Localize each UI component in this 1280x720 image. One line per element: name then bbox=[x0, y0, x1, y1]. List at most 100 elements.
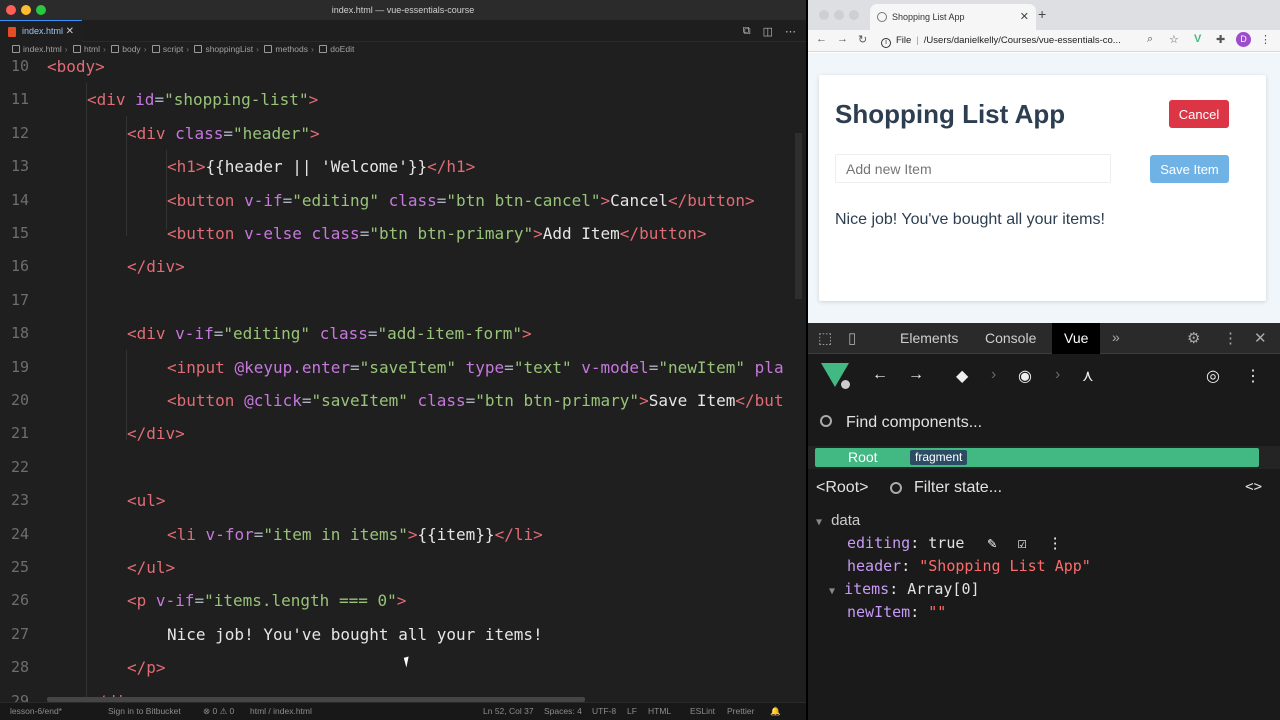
back-arrow-icon[interactable]: ← bbox=[872, 366, 888, 384]
split-editor-icon[interactable]: ◫ bbox=[763, 25, 773, 38]
filter-state-input[interactable]: Filter state... bbox=[914, 479, 1002, 497]
new-tab-icon[interactable]: + bbox=[1038, 6, 1046, 22]
vue-devtools-menu-icon[interactable]: ⋮ bbox=[1245, 366, 1261, 386]
code-text: <div id="shopping-list"> bbox=[87, 90, 319, 110]
code-area[interactable]: 10 <body> 11 <div id="shopping-list"> 12 <div… bbox=[0, 50, 806, 702]
bitbucket-status[interactable]: Sign in to Bitbucket bbox=[108, 703, 181, 720]
inspect-element-icon[interactable]: ⬚ bbox=[818, 329, 832, 347]
code-line[interactable]: 23 <ul> bbox=[0, 484, 806, 517]
code-line[interactable]: 21 </div> bbox=[0, 417, 806, 450]
maximize-window-icon[interactable] bbox=[36, 5, 46, 15]
status-bar: lesson-6/end* Sign in to Bitbucket ⊗ 0 ⚠… bbox=[0, 702, 806, 720]
minimize-window-icon[interactable] bbox=[21, 5, 31, 15]
problems-status[interactable]: ⊗ 0 ⚠ 0 bbox=[203, 703, 234, 720]
eslint-status[interactable]: ESLint bbox=[690, 703, 715, 720]
device-toolbar-icon[interactable]: ▯ bbox=[848, 329, 856, 347]
close-window-icon[interactable] bbox=[819, 10, 829, 20]
code-line[interactable]: 22 bbox=[0, 451, 806, 484]
close-devtools-icon[interactable]: ✕ bbox=[1254, 329, 1267, 347]
find-components-input[interactable]: Find components... bbox=[846, 414, 982, 432]
tab-vue[interactable]: Vue bbox=[1052, 323, 1101, 354]
more-options-icon[interactable]: ⋮ bbox=[1048, 534, 1063, 552]
code-line[interactable]: 26 <p v-if="items.length === 0"> bbox=[0, 584, 806, 617]
find-components-bar[interactable]: Find components... bbox=[808, 400, 1280, 446]
encoding-status[interactable]: UTF-8 bbox=[592, 703, 616, 720]
toggle-checkbox-icon[interactable]: ☑ bbox=[1018, 534, 1027, 552]
code-text: <h1>{{header || 'Welcome'}}</h1> bbox=[167, 157, 476, 177]
code-line[interactable]: 25 </ul> bbox=[0, 551, 806, 584]
code-line[interactable]: 11 <div id="shopping-list"> bbox=[0, 83, 806, 116]
reload-icon[interactable]: ↻ bbox=[858, 33, 867, 46]
code-line[interactable]: 20 <button @click="saveItem" class="btn b… bbox=[0, 384, 806, 417]
minimize-window-icon[interactable] bbox=[834, 10, 844, 20]
code-line[interactable]: 19 <input @keyup.enter="saveItem" type="t… bbox=[0, 351, 806, 384]
tab-elements[interactable]: Elements bbox=[900, 323, 958, 354]
forward-arrow-icon[interactable]: → bbox=[837, 33, 848, 45]
code-line[interactable]: 12 <div class="header"> bbox=[0, 117, 806, 150]
language-mode-status[interactable]: HTML bbox=[648, 703, 671, 720]
line-number: 12 bbox=[10, 123, 29, 142]
data-section-header[interactable]: ▼ data bbox=[816, 509, 860, 531]
vertical-scrollbar[interactable] bbox=[795, 133, 802, 299]
indent-status[interactable]: Spaces: 4 bbox=[544, 703, 582, 720]
info-icon[interactable]: i bbox=[881, 38, 891, 48]
select-component-target-icon[interactable]: ◎ bbox=[1206, 366, 1220, 386]
code-line[interactable]: 27 Nice job! You've bought all your items… bbox=[0, 618, 806, 651]
web-page: Shopping List App Cancel Save Item Nice … bbox=[808, 53, 1280, 323]
back-arrow-icon[interactable]: ← bbox=[816, 33, 827, 45]
code-line[interactable]: 13 <h1>{{header || 'Welcome'}}</h1> bbox=[0, 150, 806, 183]
browser-menu-icon[interactable]: ⋮ bbox=[1260, 33, 1271, 46]
zoom-icon[interactable]: ⌕ bbox=[1147, 33, 1153, 46]
close-tab-icon[interactable]: ✕ bbox=[1020, 4, 1029, 30]
open-changes-icon[interactable]: ⧉ bbox=[743, 25, 751, 38]
prettier-status[interactable]: Prettier bbox=[727, 703, 754, 720]
browser-tab[interactable]: Shopping List App ✕ bbox=[870, 4, 1036, 30]
git-branch-status[interactable]: lesson-6/end* bbox=[10, 703, 62, 720]
code-line[interactable]: 10 <body> bbox=[0, 50, 806, 83]
code-line[interactable]: 24 <li v-for="item in items">{{item}}</li… bbox=[0, 518, 806, 551]
code-line[interactable]: 18 <div v-if="editing" class="add-item-fo… bbox=[0, 317, 806, 350]
code-brackets-icon[interactable]: <> bbox=[1245, 479, 1262, 495]
code-line[interactable]: 14 <button v-if="editing" class="btn btn-… bbox=[0, 184, 806, 217]
more-tabs-icon[interactable]: » bbox=[1112, 329, 1120, 345]
vue-devtools-extension-icon[interactable]: V bbox=[1194, 33, 1201, 45]
eol-status[interactable]: LF bbox=[627, 703, 637, 720]
tab-index-html[interactable]: index.html ✕ bbox=[0, 20, 82, 42]
line-number: 22 bbox=[10, 457, 29, 476]
code-line[interactable]: 15 <button v-else class="btn btn-primary"… bbox=[0, 217, 806, 250]
state-key: header bbox=[847, 557, 902, 575]
state-key: newItem bbox=[847, 603, 911, 621]
profile-avatar[interactable]: D bbox=[1236, 32, 1251, 47]
forward-arrow-icon[interactable]: → bbox=[908, 366, 924, 384]
edit-pencil-icon[interactable]: ✎ bbox=[987, 534, 996, 552]
code-line[interactable]: 16 </div> bbox=[0, 250, 806, 283]
cursor-position-status[interactable]: Ln 52, Col 37 bbox=[483, 703, 534, 720]
new-item-input[interactable] bbox=[835, 154, 1111, 183]
close-window-icon[interactable] bbox=[6, 5, 16, 15]
language-crumb-status: html / index.html bbox=[250, 706, 312, 716]
chevron-down-icon[interactable]: ▼ bbox=[829, 586, 835, 597]
code-line[interactable]: 17 bbox=[0, 284, 806, 317]
url-field[interactable]: i File |/Users/danielkelly/Courses/vue-ess… bbox=[881, 32, 1161, 50]
save-item-button[interactable]: Save Item bbox=[1150, 155, 1229, 183]
close-tab-icon[interactable]: ✕ bbox=[66, 21, 74, 42]
components-layers-icon[interactable]: ◆ bbox=[956, 366, 968, 386]
notifications-icon[interactable]: 🔔 bbox=[770, 703, 781, 720]
tab-console[interactable]: Console bbox=[985, 323, 1036, 354]
state-row[interactable]: editing: true ✎ ☑ ⋮ bbox=[847, 532, 1063, 554]
settings-gear-icon[interactable]: ⚙ bbox=[1187, 329, 1200, 347]
maximize-window-icon[interactable] bbox=[849, 10, 859, 20]
state-row[interactable]: header: "Shopping List App" bbox=[847, 555, 1091, 577]
state-row[interactable]: ▼ items: Array[0] bbox=[829, 578, 980, 600]
cancel-button[interactable]: Cancel bbox=[1169, 100, 1229, 128]
state-row[interactable]: newItem: "" bbox=[847, 601, 946, 623]
code-line[interactable]: 28 </p> bbox=[0, 651, 806, 684]
timeline-compass-icon[interactable]: ◉ bbox=[1018, 366, 1032, 386]
address-bar: ← → ↻ i File |/Users/danielkelly/Courses/v… bbox=[808, 30, 1280, 52]
devtools-menu-icon[interactable]: ⋮ bbox=[1223, 329, 1238, 347]
routes-graph-icon[interactable]: ⋏ bbox=[1082, 366, 1094, 386]
more-actions-icon[interactable]: ⋯ bbox=[785, 25, 796, 38]
bookmark-star-icon[interactable]: ☆ bbox=[1169, 33, 1179, 46]
component-tree-root[interactable]: Root fragment bbox=[815, 448, 1259, 467]
extensions-puzzle-icon[interactable]: ✚ bbox=[1216, 33, 1225, 46]
